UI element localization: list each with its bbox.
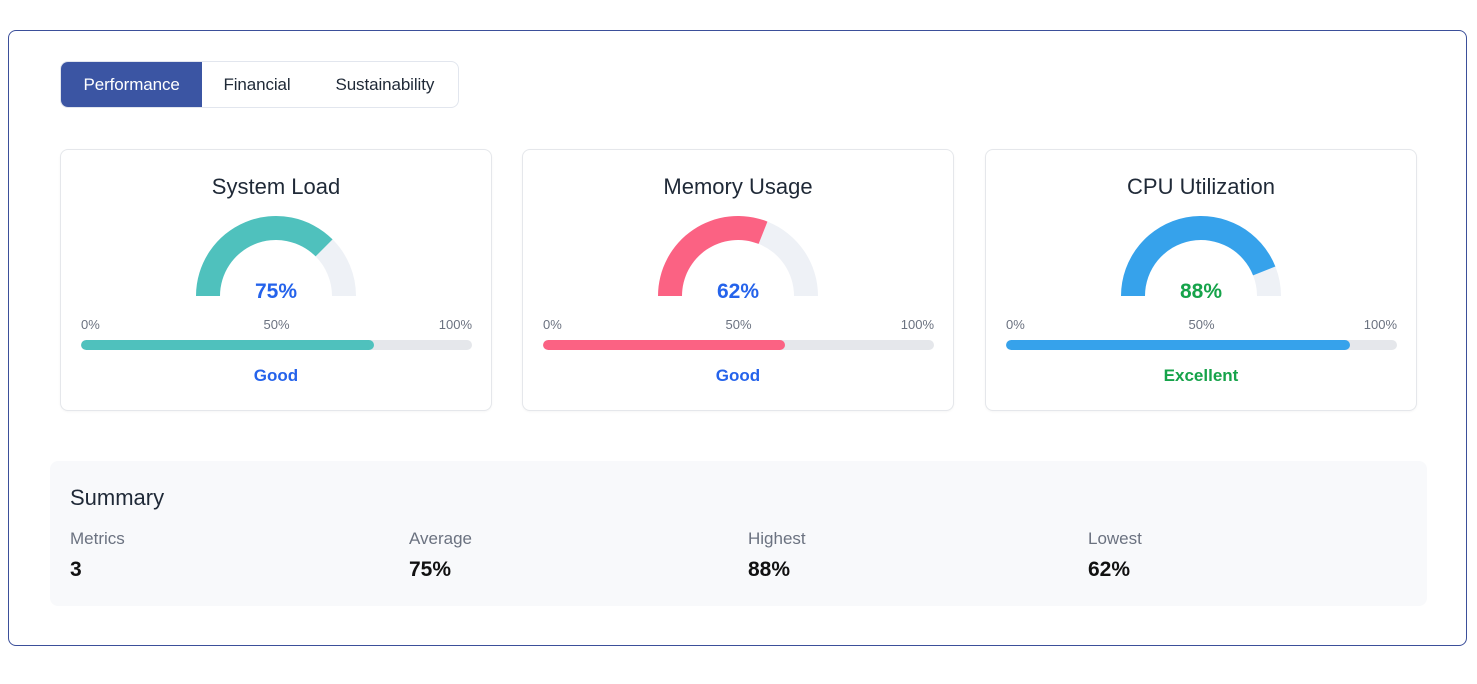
scale-max-label: 100% [900,317,934,332]
summary-title: Summary [70,485,165,510]
card-title: Memory Usage [663,174,813,199]
progress-bar-fill [543,340,786,350]
card-title: System Load [211,174,341,199]
stat-value: 75% [409,558,452,581]
stat-label: Metrics [70,529,125,548]
progress-bar-fill [1006,340,1351,350]
gauge-value: 75% [254,280,298,303]
scale-min-label: 0% [543,317,562,332]
scale-mid-label: 50% [263,317,290,332]
stat-average: Average 75% [409,529,472,582]
stat-value: 88% [748,558,791,581]
scale-max-label: 100% [438,317,472,332]
tab-performance[interactable]: Performance [61,62,203,107]
metric-card-cpu-utilization: CPU Utilization 88% 0% 50% 100% Excellen… [985,149,1417,411]
progress-bar [1006,340,1397,350]
progress-bar [81,340,472,350]
scale-max-label: 100% [1363,317,1397,332]
card-title: CPU Utilization [1127,174,1275,199]
progress-scale: 0% 50% 100% [81,317,472,333]
summary-panel: Summary Metrics 3 Average 75% Highest 88… [50,461,1427,606]
stat-value: 3 [70,558,82,581]
stat-label: Average [409,529,473,548]
rating-label: Good [253,366,299,385]
progress-scale: 0% 50% 100% [543,317,934,333]
tab-financial[interactable]: Financial [202,62,311,107]
progress-bar [543,340,934,350]
rating-label: Good [715,366,761,385]
tab-bar: Performance Financial Sustainability [60,61,459,108]
stat-metrics: Metrics 3 [70,529,125,582]
progress-bar-fill [81,340,375,350]
scale-min-label: 0% [81,317,100,332]
stat-label: Highest [748,529,806,548]
stat-lowest: Lowest 62% [1088,529,1142,582]
gauge-value: 88% [1179,280,1223,303]
scale-min-label: 0% [1006,317,1025,332]
stat-value: 62% [1088,558,1131,581]
scale-mid-label: 50% [725,317,752,332]
tab-sustainability[interactable]: Sustainability [312,62,458,107]
metric-card-memory-usage: Memory Usage 62% 0% 50% 100% Good [522,149,954,411]
metric-card-system-load: System Load 75% 0% 50% 100% Good [60,149,492,411]
scale-mid-label: 50% [1188,317,1215,332]
progress-scale: 0% 50% 100% [1006,317,1397,333]
stat-label: Lowest [1088,529,1142,548]
rating-label: Excellent [1163,366,1239,385]
stat-highest: Highest 88% [748,529,806,582]
gauge-value: 62% [716,280,760,303]
dashboard-panel: Performance Financial Sustainability Sys… [8,30,1467,646]
